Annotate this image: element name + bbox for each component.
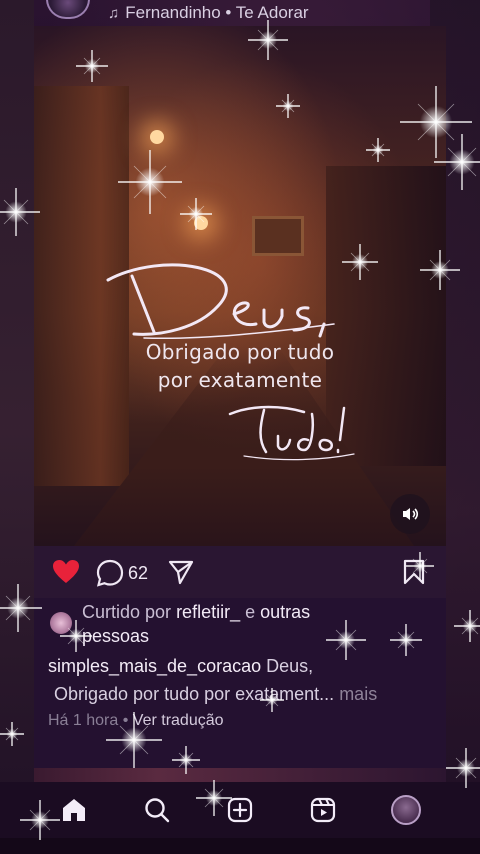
liked-by-prefix: Curtido por: [82, 602, 172, 622]
like-button[interactable]: [52, 559, 80, 585]
bottom-navigation: [0, 782, 480, 838]
liked-by-user[interactable]: refletiir_: [176, 602, 240, 622]
post-actions-row: 62: [34, 546, 446, 598]
comment-count[interactable]: 62: [128, 563, 148, 584]
caption-text-line1: Deus,: [266, 656, 314, 676]
liked-by-connector: e: [245, 602, 256, 622]
post-meta: Há 1 hora • Ver tradução: [48, 712, 224, 730]
bookmark-icon: [403, 559, 425, 585]
share-button[interactable]: [168, 559, 194, 585]
profile-avatar: [391, 795, 421, 825]
audio-track-label[interactable]: Fernandinho • Te Adorar: [125, 3, 308, 23]
search-icon: [145, 798, 170, 823]
see-translation-link[interactable]: Ver tradução: [133, 712, 224, 729]
comment-icon: [96, 559, 124, 587]
meta-separator: •: [122, 712, 129, 729]
caption-more-link[interactable]: mais: [339, 684, 377, 704]
comment-button[interactable]: 62: [96, 559, 148, 587]
nav-search[interactable]: [141, 794, 173, 826]
house-window: [252, 216, 304, 256]
caption-text-line2: Obrigado por tudo por exatament...: [54, 684, 335, 704]
liked-by-others-line2[interactable]: pessoas: [82, 626, 149, 646]
overlay-caption-line2: por exatamente: [157, 368, 323, 392]
next-post-peek[interactable]: [34, 768, 446, 782]
liked-by-others[interactable]: outras: [260, 602, 310, 622]
speaker-icon: [403, 508, 419, 520]
tudo-script-text: [228, 405, 355, 461]
post-media[interactable]: Obrigado por tudo por exatamente: [34, 26, 446, 546]
nav-reels[interactable]: [307, 794, 339, 826]
nav-home[interactable]: [58, 794, 90, 826]
caption-username[interactable]: simples_mais_de_coracao: [48, 656, 261, 676]
liked-by-text[interactable]: Curtido por refletiir_ e outras pessoas: [82, 600, 422, 648]
post-header-audio: ♫ Fernandinho • Te Adorar: [34, 0, 446, 26]
reels-icon: [310, 797, 336, 823]
nav-create[interactable]: [224, 794, 256, 826]
save-button[interactable]: [402, 559, 426, 585]
post-caption[interactable]: simples_mais_de_coracao Deus, Obrigado p…: [48, 652, 440, 708]
deus-script-text: [106, 263, 335, 340]
liker-avatar: [50, 612, 72, 634]
overlay-caption-line1: Obrigado por tudo: [145, 340, 335, 364]
street-lamp: [150, 130, 164, 144]
create-icon: [227, 797, 253, 823]
system-navigation-bar: [0, 838, 480, 854]
left-background-strip: [0, 0, 34, 854]
post-info: Curtido por refletiir_ e outras pessoas …: [34, 598, 446, 768]
music-note-icon: ♫: [108, 4, 120, 22]
home-icon: [63, 799, 85, 821]
heart-icon: [53, 560, 79, 583]
street-lamp: [194, 216, 208, 230]
nav-profile[interactable]: [390, 794, 422, 826]
post-author-avatar[interactable]: [46, 0, 90, 19]
volume-button[interactable]: [390, 494, 430, 534]
send-icon: [168, 560, 194, 585]
post-timestamp: Há 1 hora: [48, 712, 119, 729]
